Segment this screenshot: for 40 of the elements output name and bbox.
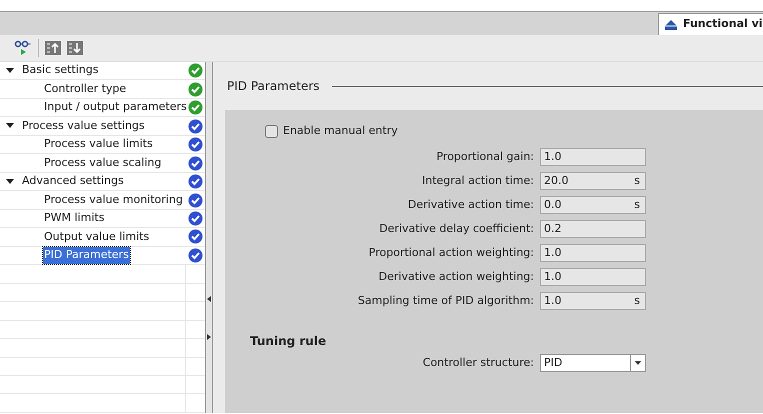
functional-view-tab[interactable]: Functional vi — [658, 13, 763, 35]
checkbox[interactable] — [265, 124, 278, 138]
field-label: Derivative action time: — [406, 196, 535, 213]
nav-item[interactable]: PWM limits — [43, 210, 106, 227]
nav-item[interactable]: Process value monitoring — [43, 192, 184, 208]
nav-item[interactable]: Process value limits — [43, 136, 154, 153]
input-field[interactable]: 1.0 — [540, 148, 646, 166]
field-label: Derivative delay coefficient: — [378, 220, 535, 237]
collapse-left-icon[interactable] — [207, 296, 211, 302]
controller-structure-dropdown[interactable]: PID — [540, 354, 646, 372]
nav-item[interactable]: Output value limits — [43, 228, 150, 246]
input-field[interactable]: 20.0 s — [540, 172, 646, 190]
nav-item[interactable]: Process value settings — [21, 118, 146, 134]
expand-arrow-icon[interactable] — [6, 123, 14, 130]
field-label: Sampling time of PID algorithm: — [356, 292, 535, 309]
field-label: Derivative action weighting: — [378, 268, 535, 285]
field-label: Controller structure: — [422, 354, 535, 371]
nav-item[interactable]: Process value scaling — [43, 154, 162, 172]
checkbox-label: Enable manual entry — [283, 122, 398, 139]
move-down-icon[interactable] — [67, 40, 83, 56]
input-field[interactable]: 0.2 — [540, 220, 646, 238]
nav-item[interactable]: PID Parameters — [43, 247, 130, 264]
expand-arrow-icon[interactable] — [6, 178, 14, 185]
input-field[interactable]: 1.0 s — [540, 292, 646, 310]
nav-item[interactable]: Input / output parameters — [43, 99, 188, 116]
move-up-icon[interactable] — [45, 40, 61, 56]
nav-item[interactable]: Basic settings — [21, 62, 100, 79]
expand-arrow-icon[interactable] — [6, 68, 14, 74]
input-field[interactable]: 0.0 s — [540, 196, 646, 214]
glasses-play-icon[interactable] — [14, 40, 32, 56]
field-label: Integral action time: — [420, 172, 535, 189]
nav-item[interactable]: Controller type — [43, 80, 128, 98]
subsection-title: Tuning rule — [249, 333, 328, 348]
nav-item[interactable]: Advanced settings — [21, 173, 125, 190]
field-label: Proportional gain: — [435, 148, 535, 165]
field-label: Proportional action weighting: — [368, 244, 535, 261]
input-field[interactable]: 1.0 — [540, 268, 646, 286]
input-field[interactable]: 1.0 — [540, 244, 646, 262]
expand-right-icon[interactable] — [207, 334, 211, 340]
section-title: PID Parameters — [227, 78, 320, 95]
